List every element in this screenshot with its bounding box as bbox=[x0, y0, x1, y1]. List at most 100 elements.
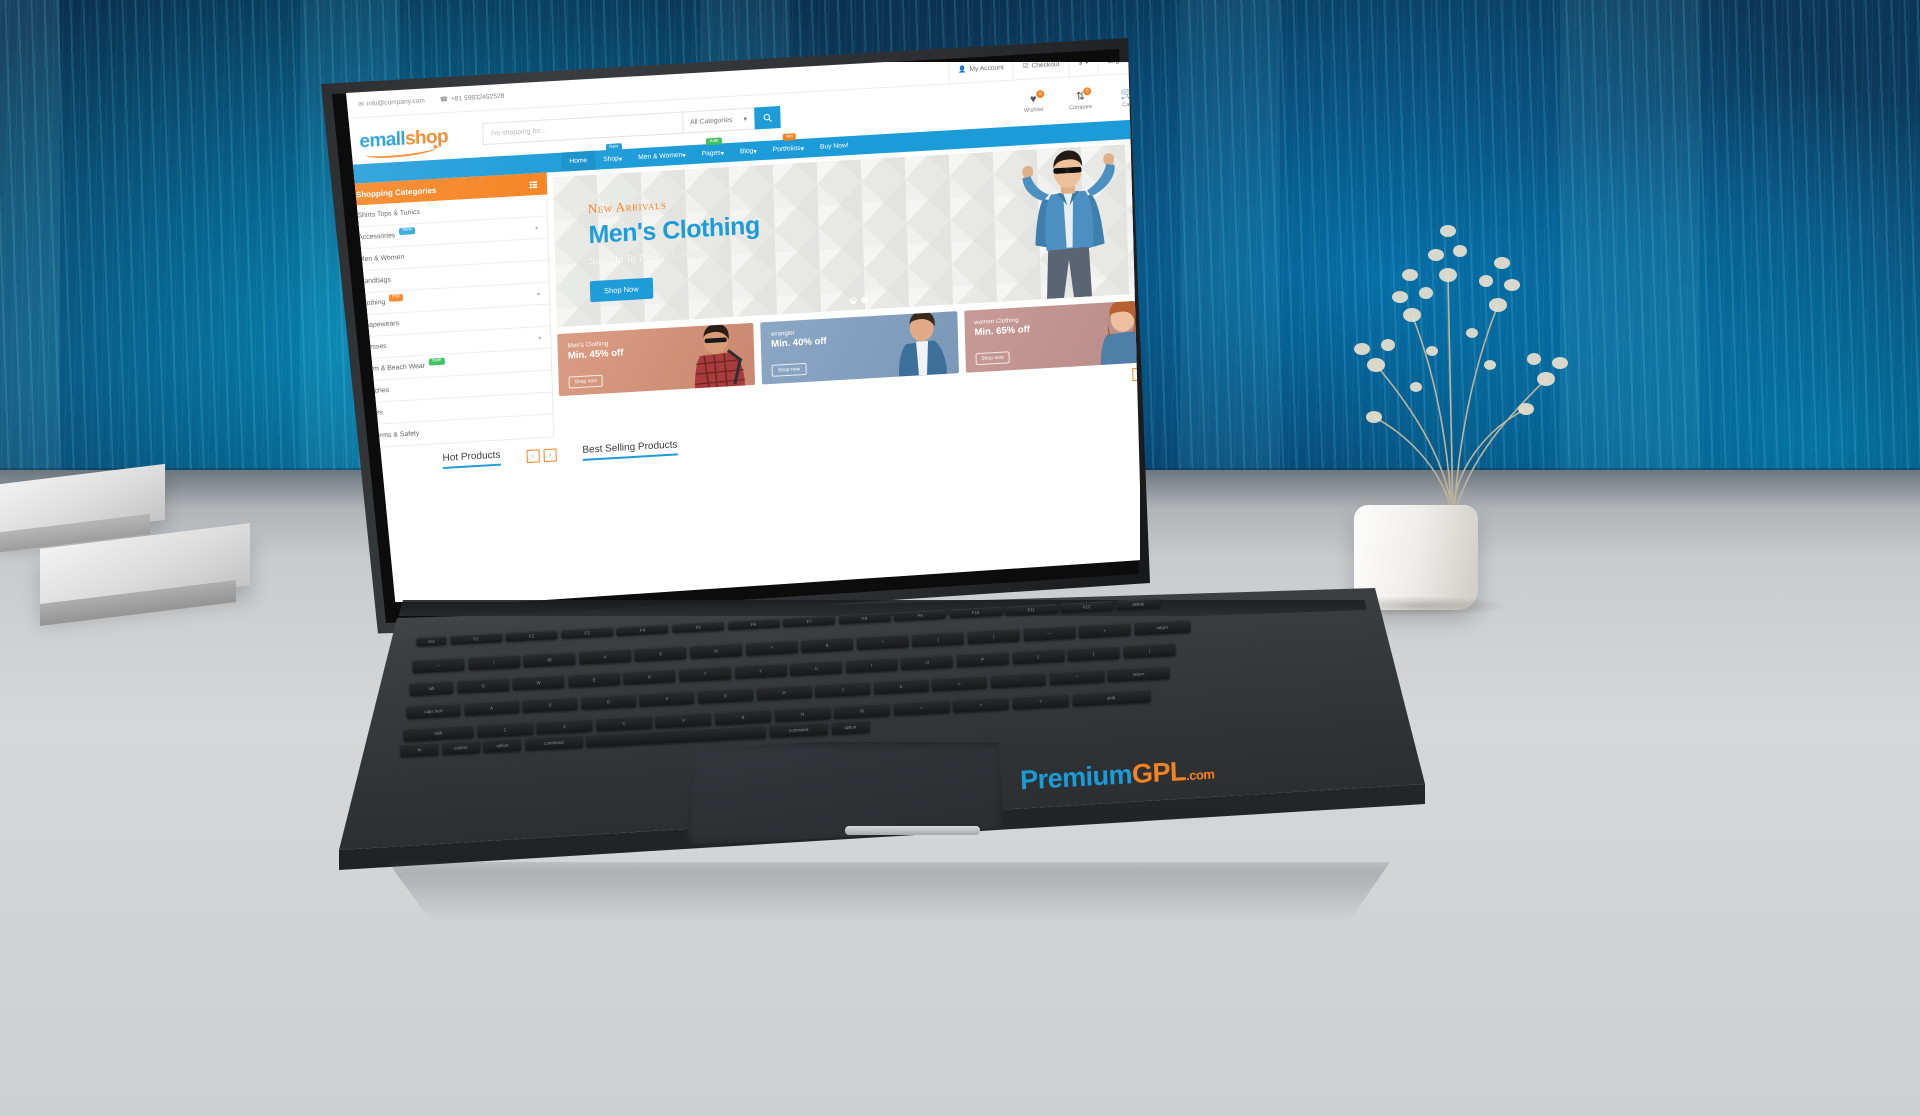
key--[interactable]: * bbox=[856, 634, 909, 651]
key-caps-lock[interactable]: caps lock bbox=[406, 703, 461, 719]
key--[interactable]: % bbox=[689, 643, 743, 659]
key--[interactable]: — bbox=[1023, 625, 1076, 642]
nav-item-home[interactable]: Home bbox=[561, 150, 596, 172]
nav-item-buy-now[interactable]: Buy Now! bbox=[812, 136, 857, 158]
key-command[interactable]: command bbox=[769, 721, 828, 738]
key-a[interactable]: A bbox=[463, 700, 520, 716]
hot-products-next-button[interactable]: › bbox=[543, 447, 557, 462]
key-u[interactable]: U bbox=[789, 660, 843, 677]
promo-card-mens-clothing[interactable]: Men's Clothing Min. 45% off Shop now bbox=[557, 322, 756, 397]
nav-item-pages[interactable]: Sale Pages ▾ bbox=[693, 137, 732, 164]
wishlist-button[interactable]: ♥ 0 Wishlist bbox=[1018, 89, 1049, 114]
key-f[interactable]: F bbox=[639, 690, 695, 707]
key-f2[interactable]: F2 bbox=[505, 630, 558, 642]
key--[interactable]: & bbox=[800, 637, 854, 654]
key-n[interactable]: N bbox=[774, 706, 831, 723]
key-esc[interactable]: esc bbox=[416, 635, 447, 647]
key-m[interactable]: M bbox=[833, 703, 891, 719]
key-f11[interactable]: F11 bbox=[1005, 603, 1058, 616]
hero-slider-dots[interactable] bbox=[849, 296, 868, 305]
key-t[interactable]: T bbox=[678, 666, 732, 682]
key-c[interactable]: C bbox=[595, 715, 653, 732]
key--[interactable]: < bbox=[893, 699, 950, 716]
key-f8[interactable]: F8 bbox=[838, 612, 891, 625]
key-g[interactable]: G bbox=[697, 687, 754, 704]
key--[interactable]: $ bbox=[634, 646, 687, 662]
hero-dot-1[interactable] bbox=[849, 296, 857, 305]
key-f4[interactable]: F4 bbox=[616, 624, 669, 637]
key-option[interactable]: option bbox=[483, 737, 522, 753]
key-return[interactable]: return bbox=[1134, 619, 1191, 636]
key-f5[interactable]: F5 bbox=[672, 621, 725, 634]
key--[interactable]: > bbox=[952, 696, 1010, 713]
nav-item-shop[interactable]: New Shop ▾ bbox=[595, 143, 631, 170]
key-f10[interactable]: F10 bbox=[949, 606, 1002, 619]
hero-slider[interactable]: New Arrivals Men's Clothing Sale Up To 7… bbox=[552, 142, 1140, 328]
key-f6[interactable]: F6 bbox=[727, 618, 780, 631]
promo-shop-now-button[interactable]: Shop now bbox=[771, 362, 807, 377]
key--[interactable]: : bbox=[990, 672, 1046, 689]
nav-item-men-women[interactable]: Men & Women ▾ bbox=[630, 145, 694, 168]
key-o[interactable]: O bbox=[901, 654, 954, 671]
key-r[interactable]: R bbox=[623, 669, 676, 685]
search-button[interactable] bbox=[753, 106, 781, 130]
currency-selector[interactable]: $ ▾ bbox=[1068, 62, 1098, 77]
key--[interactable]: } bbox=[1067, 645, 1120, 662]
key--[interactable]: ^ bbox=[745, 640, 798, 656]
key-v[interactable]: V bbox=[655, 712, 712, 729]
key-tab[interactable]: tab bbox=[409, 680, 454, 697]
promo-shop-now-button[interactable]: Shop now bbox=[975, 351, 1010, 366]
search-category-select[interactable]: All Categories ▾ bbox=[681, 107, 755, 134]
key--[interactable]: ? bbox=[1012, 693, 1069, 710]
key-w[interactable]: W bbox=[512, 674, 565, 691]
key--[interactable]: ( bbox=[912, 631, 965, 648]
key-d[interactable]: D bbox=[580, 693, 637, 710]
key--[interactable]: ) bbox=[967, 628, 1020, 645]
key-control[interactable]: control bbox=[441, 740, 480, 756]
key-f3[interactable]: F3 bbox=[560, 627, 614, 639]
key--[interactable]: ~ bbox=[412, 657, 465, 674]
key--[interactable]: @ bbox=[523, 651, 576, 668]
key-shift[interactable]: shift bbox=[403, 724, 474, 742]
compare-button[interactable]: ⇅ 0 Compare bbox=[1065, 86, 1096, 111]
key-y[interactable]: Y bbox=[734, 663, 787, 680]
search-input[interactable]: I'm shopping for... bbox=[481, 111, 683, 146]
key-q[interactable]: Q bbox=[456, 677, 510, 694]
hero-dot-2[interactable] bbox=[860, 296, 868, 304]
key-l[interactable]: L bbox=[931, 675, 988, 692]
cart-button[interactable]: 🛒 0 Cart bbox=[1112, 83, 1140, 109]
key-j[interactable]: J bbox=[814, 681, 871, 698]
key-command[interactable]: command bbox=[524, 734, 584, 751]
key--[interactable]: { bbox=[1012, 648, 1065, 665]
hot-products-prev-button[interactable]: ‹ bbox=[526, 448, 540, 463]
key--[interactable]: # bbox=[578, 648, 632, 665]
tab-best-selling-products[interactable]: Best Selling Products bbox=[582, 439, 678, 460]
key-b[interactable]: B bbox=[714, 709, 772, 726]
tab-hot-products[interactable]: Hot Products bbox=[442, 450, 500, 469]
key-fn[interactable]: fn bbox=[400, 742, 439, 758]
key-f7[interactable]: F7 bbox=[783, 615, 836, 628]
site-logo[interactable]: emallshop bbox=[359, 126, 448, 160]
key-p[interactable]: P bbox=[956, 651, 1009, 668]
phone-contact[interactable]: ☎ +81 59832452528 bbox=[440, 92, 505, 103]
nav-item-blog[interactable]: Blog ▾ bbox=[732, 141, 765, 162]
email-contact[interactable]: ✉ info@company.com bbox=[358, 96, 425, 108]
nav-item-portfolios[interactable]: Hot Portfolios ▾ bbox=[764, 133, 812, 160]
promo-card-women-clothing[interactable]: women Clothing Min. 65% off Shop now bbox=[963, 299, 1140, 373]
key-option[interactable]: option bbox=[831, 719, 870, 735]
my-account-link[interactable]: 👤 My Account bbox=[947, 62, 1014, 84]
key-f1[interactable]: F1 bbox=[449, 633, 503, 645]
key-x[interactable]: X bbox=[536, 718, 593, 735]
key-i[interactable]: I bbox=[845, 657, 898, 674]
key-h[interactable]: H bbox=[756, 684, 812, 701]
key-k[interactable]: K bbox=[873, 678, 929, 695]
key--[interactable]: | bbox=[1123, 642, 1176, 659]
key-shift[interactable]: shift bbox=[1071, 689, 1151, 707]
key-f9[interactable]: F9 bbox=[894, 609, 947, 622]
promo-shop-now-button[interactable]: Shop now bbox=[568, 374, 604, 389]
key--[interactable]: " bbox=[1049, 669, 1105, 686]
key--[interactable]: ! bbox=[467, 654, 521, 671]
key-z[interactable]: Z bbox=[476, 721, 534, 738]
key-return[interactable]: return bbox=[1107, 666, 1170, 683]
shop-now-button[interactable]: Shop Now bbox=[589, 277, 653, 303]
